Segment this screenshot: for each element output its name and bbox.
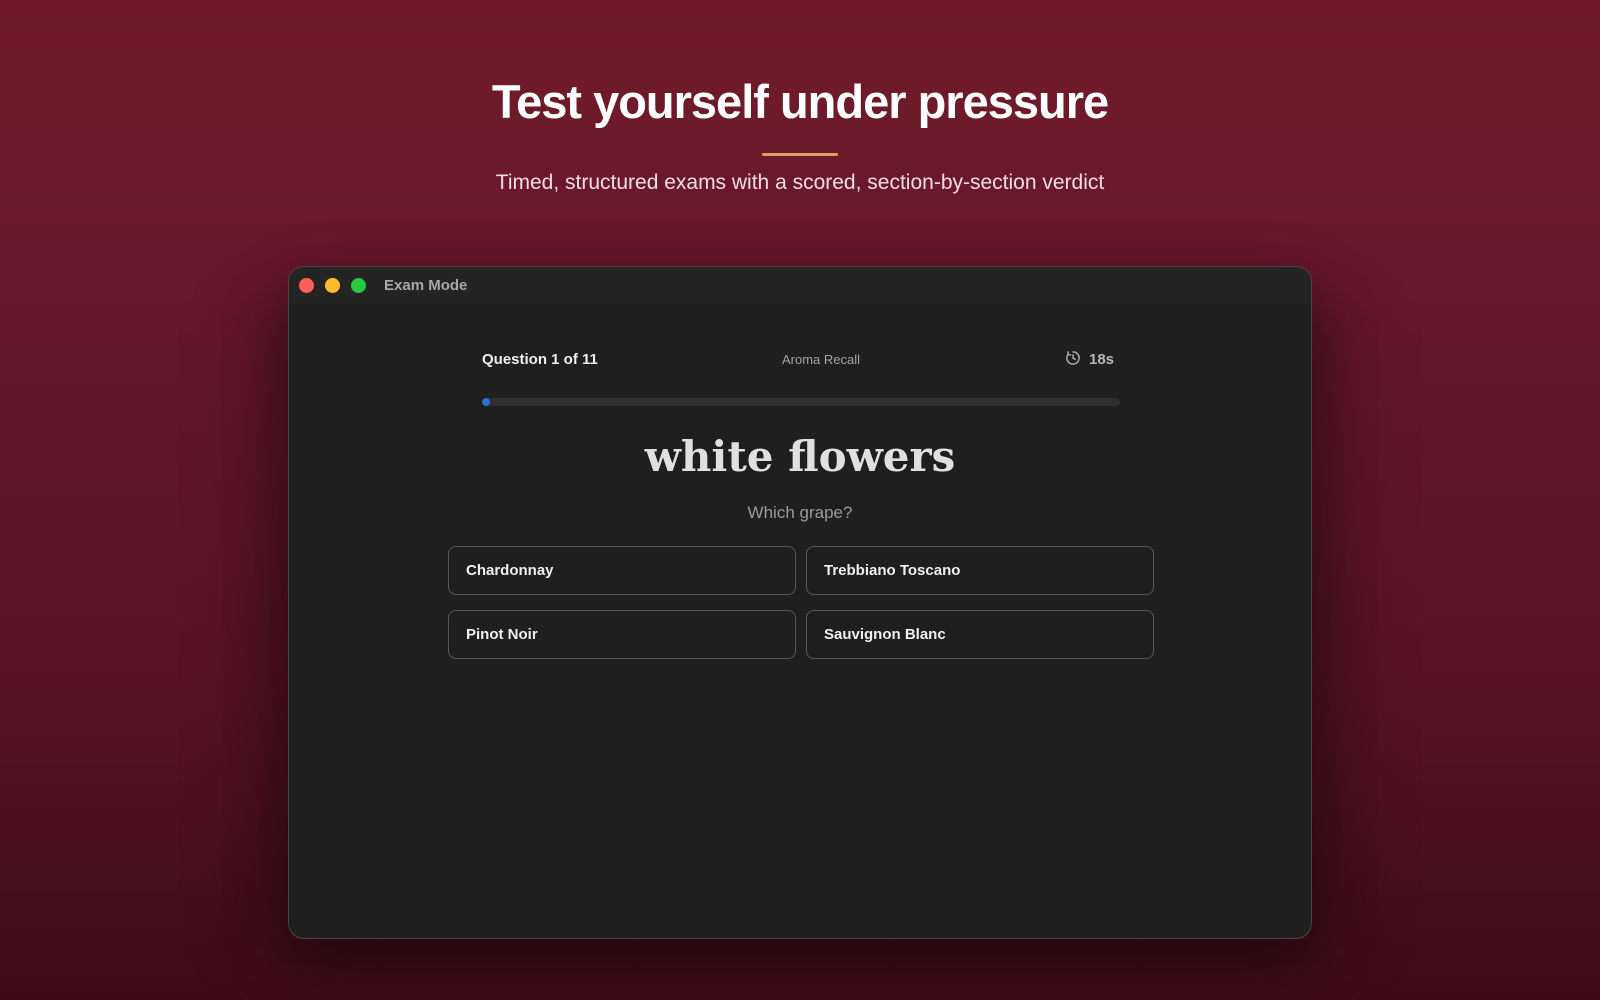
app-window: Exam Mode Question 1 of 11 Aroma Recall …	[288, 266, 1312, 939]
hero-subtitle: Timed, structured exams with a scored, s…	[495, 171, 1105, 194]
prompt-word: white flowers	[644, 432, 956, 481]
timer-icon	[1066, 351, 1080, 365]
question-counter: Question 1 of 11	[482, 351, 598, 368]
timer-value: 18s	[1089, 351, 1115, 368]
window-title: Exam Mode	[384, 277, 468, 294]
hero-divider	[762, 153, 838, 156]
title-bar[interactable]: Exam Mode	[289, 267, 1311, 305]
prompt-question: Which grape?	[747, 503, 853, 522]
answer-option-sauvignon-blanc[interactable]: Sauvignon Blanc	[806, 610, 1154, 659]
answer-option-chardonnay[interactable]: Chardonnay	[448, 546, 796, 595]
hero-title: Test yourself under pressure	[491, 75, 1109, 128]
minimize-window-button[interactable]	[325, 278, 340, 293]
progress-bar	[482, 398, 1120, 406]
section-name: Aroma Recall	[781, 352, 861, 367]
zoom-window-button[interactable]	[351, 278, 366, 293]
answer-option-pinot-noir[interactable]: Pinot Noir	[448, 610, 796, 659]
close-window-button[interactable]	[299, 278, 314, 293]
answer-option-trebbiano-toscano[interactable]: Trebbiano Toscano	[806, 546, 1154, 595]
progress-fill	[482, 398, 490, 406]
